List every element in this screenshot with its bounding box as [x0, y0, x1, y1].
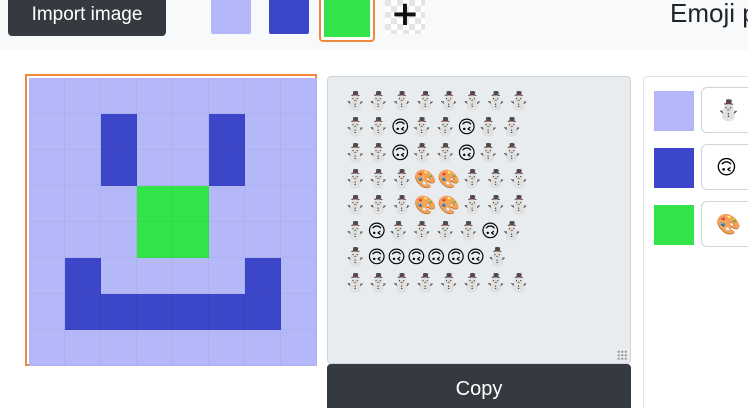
- pixel-cell[interactable]: [209, 258, 245, 294]
- pixel-cell[interactable]: [101, 150, 137, 186]
- pixel-cell[interactable]: [173, 222, 209, 258]
- pixel-cell[interactable]: [137, 150, 173, 186]
- pixel-cell[interactable]: [281, 330, 317, 366]
- mapping-emoji-select[interactable]: ⛄: [701, 87, 748, 133]
- pixel-cell[interactable]: [245, 114, 281, 150]
- pixel-cell[interactable]: [101, 294, 137, 330]
- pixel-cell[interactable]: [209, 330, 245, 366]
- pixel-cell[interactable]: [173, 258, 209, 294]
- pixel-cell[interactable]: [209, 222, 245, 258]
- pixel-cell[interactable]: [209, 114, 245, 150]
- emoji-output-row: ⛄⛄🙃⛄⛄🙃⛄⛄: [344, 143, 525, 164]
- pixel-cell[interactable]: [209, 294, 245, 330]
- pixel-cell[interactable]: [29, 186, 65, 222]
- pixel-cell[interactable]: [245, 150, 281, 186]
- add-color-button[interactable]: +: [385, 0, 425, 34]
- mapping-emoji-select[interactable]: 🙃: [701, 144, 748, 190]
- palette-swatch-green-selected[interactable]: [319, 0, 375, 42]
- emoji-output-row: ⛄🙃🙃🙃🙃🙃🙃⛄: [344, 247, 510, 268]
- pixel-cell[interactable]: [101, 330, 137, 366]
- pixel-cell[interactable]: [245, 186, 281, 222]
- pixel-cell[interactable]: [173, 114, 209, 150]
- emoji-output-row: ⛄🙃⛄⛄⛄⛄🙃⛄: [344, 221, 525, 242]
- emoji-output-text: ⛄⛄⛄⛄⛄⛄⛄⛄ ⛄⛄🙃⛄⛄🙃⛄⛄ ⛄⛄🙃⛄⛄🙃⛄⛄ ⛄⛄⛄🎨🎨⛄⛄⛄ ⛄⛄⛄🎨🎨⛄⛄⛄…: [344, 89, 630, 297]
- pixel-cell[interactable]: [137, 222, 173, 258]
- pixel-cell[interactable]: [245, 222, 281, 258]
- pixel-cell[interactable]: [173, 150, 209, 186]
- pixel-cell[interactable]: [29, 78, 65, 114]
- pixel-cell[interactable]: [29, 150, 65, 186]
- pixel-cell[interactable]: [281, 222, 317, 258]
- mapping-emoji-select[interactable]: 🎨: [701, 201, 748, 247]
- palette-swatch-blue[interactable]: [269, 0, 309, 34]
- pixel-cell[interactable]: [245, 78, 281, 114]
- pixel-cell[interactable]: [245, 294, 281, 330]
- pixel-cell[interactable]: [65, 186, 101, 222]
- pixel-cell[interactable]: [65, 258, 101, 294]
- pixel-cell[interactable]: [101, 114, 137, 150]
- emoji-output-row: ⛄⛄🙃⛄⛄🙃⛄⛄: [344, 117, 525, 138]
- palette-swatch-green-fill: [324, 0, 370, 37]
- emoji-output-row: ⛄⛄⛄⛄⛄⛄⛄⛄: [344, 91, 532, 112]
- pixel-cell[interactable]: [137, 294, 173, 330]
- pixel-cell[interactable]: [137, 114, 173, 150]
- pixel-cell[interactable]: [137, 258, 173, 294]
- pixel-cell[interactable]: [101, 78, 137, 114]
- pixel-cell[interactable]: [65, 150, 101, 186]
- pixel-cell[interactable]: [173, 330, 209, 366]
- emoji-output-row: ⛄⛄⛄🎨🎨⛄⛄⛄: [344, 169, 532, 190]
- pixel-cell[interactable]: [101, 258, 137, 294]
- pixel-cell[interactable]: [29, 222, 65, 258]
- pixel-cell[interactable]: [101, 186, 137, 222]
- pixel-grid[interactable]: [29, 78, 317, 366]
- mapping-color-swatch[interactable]: [654, 205, 694, 245]
- palette-swatch-lavender[interactable]: [211, 0, 251, 34]
- page-title: Emoji p: [670, 0, 748, 28]
- pixel-cell[interactable]: [65, 294, 101, 330]
- pixel-cell[interactable]: [245, 330, 281, 366]
- pixel-cell[interactable]: [281, 114, 317, 150]
- mapping-color-swatch[interactable]: [654, 148, 694, 188]
- pixel-cell[interactable]: [173, 78, 209, 114]
- mapping-color-swatch[interactable]: [654, 91, 694, 131]
- pixel-cell[interactable]: [137, 78, 173, 114]
- color-emoji-mapping-panel: ⛄ 🙃 🎨: [643, 76, 748, 408]
- pixel-cell[interactable]: [65, 330, 101, 366]
- pixel-cell[interactable]: [65, 114, 101, 150]
- pixel-cell[interactable]: [281, 294, 317, 330]
- mapping-row: 🎨: [654, 201, 748, 247]
- pixel-cell[interactable]: [101, 222, 137, 258]
- toolbar: Import image + Emoji p: [0, 0, 748, 50]
- mapping-row: ⛄: [654, 87, 748, 133]
- pixel-cell[interactable]: [209, 186, 245, 222]
- plus-icon: +: [390, 0, 420, 34]
- pixel-cell[interactable]: [137, 186, 173, 222]
- emoji-output-row: ⛄⛄⛄⛄⛄⛄⛄⛄: [344, 273, 532, 294]
- pixel-cell[interactable]: [173, 294, 209, 330]
- pixel-canvas[interactable]: [25, 74, 317, 366]
- pixel-cell[interactable]: [209, 78, 245, 114]
- pixel-cell[interactable]: [281, 186, 317, 222]
- copy-button[interactable]: Copy: [327, 364, 631, 408]
- emoji-output-textarea[interactable]: ⛄⛄⛄⛄⛄⛄⛄⛄ ⛄⛄🙃⛄⛄🙃⛄⛄ ⛄⛄🙃⛄⛄🙃⛄⛄ ⛄⛄⛄🎨🎨⛄⛄⛄ ⛄⛄⛄🎨🎨⛄⛄⛄…: [327, 76, 631, 364]
- emoji-output-row: ⛄⛄⛄🎨🎨⛄⛄⛄: [344, 195, 532, 216]
- pixel-cell[interactable]: [281, 258, 317, 294]
- pixel-cell[interactable]: [209, 150, 245, 186]
- pixel-cell[interactable]: [65, 78, 101, 114]
- resize-grip-icon[interactable]: [617, 350, 627, 360]
- pixel-cell[interactable]: [281, 150, 317, 186]
- import-image-button[interactable]: Import image: [8, 0, 166, 36]
- pixel-cell[interactable]: [29, 294, 65, 330]
- pixel-cell[interactable]: [65, 222, 101, 258]
- pixel-cell[interactable]: [29, 258, 65, 294]
- pixel-cell[interactable]: [137, 330, 173, 366]
- pixel-cell[interactable]: [281, 78, 317, 114]
- mapping-row: 🙃: [654, 144, 748, 190]
- pixel-cell[interactable]: [173, 186, 209, 222]
- pixel-cell[interactable]: [29, 114, 65, 150]
- pixel-cell[interactable]: [245, 258, 281, 294]
- pixel-cell[interactable]: [29, 330, 65, 366]
